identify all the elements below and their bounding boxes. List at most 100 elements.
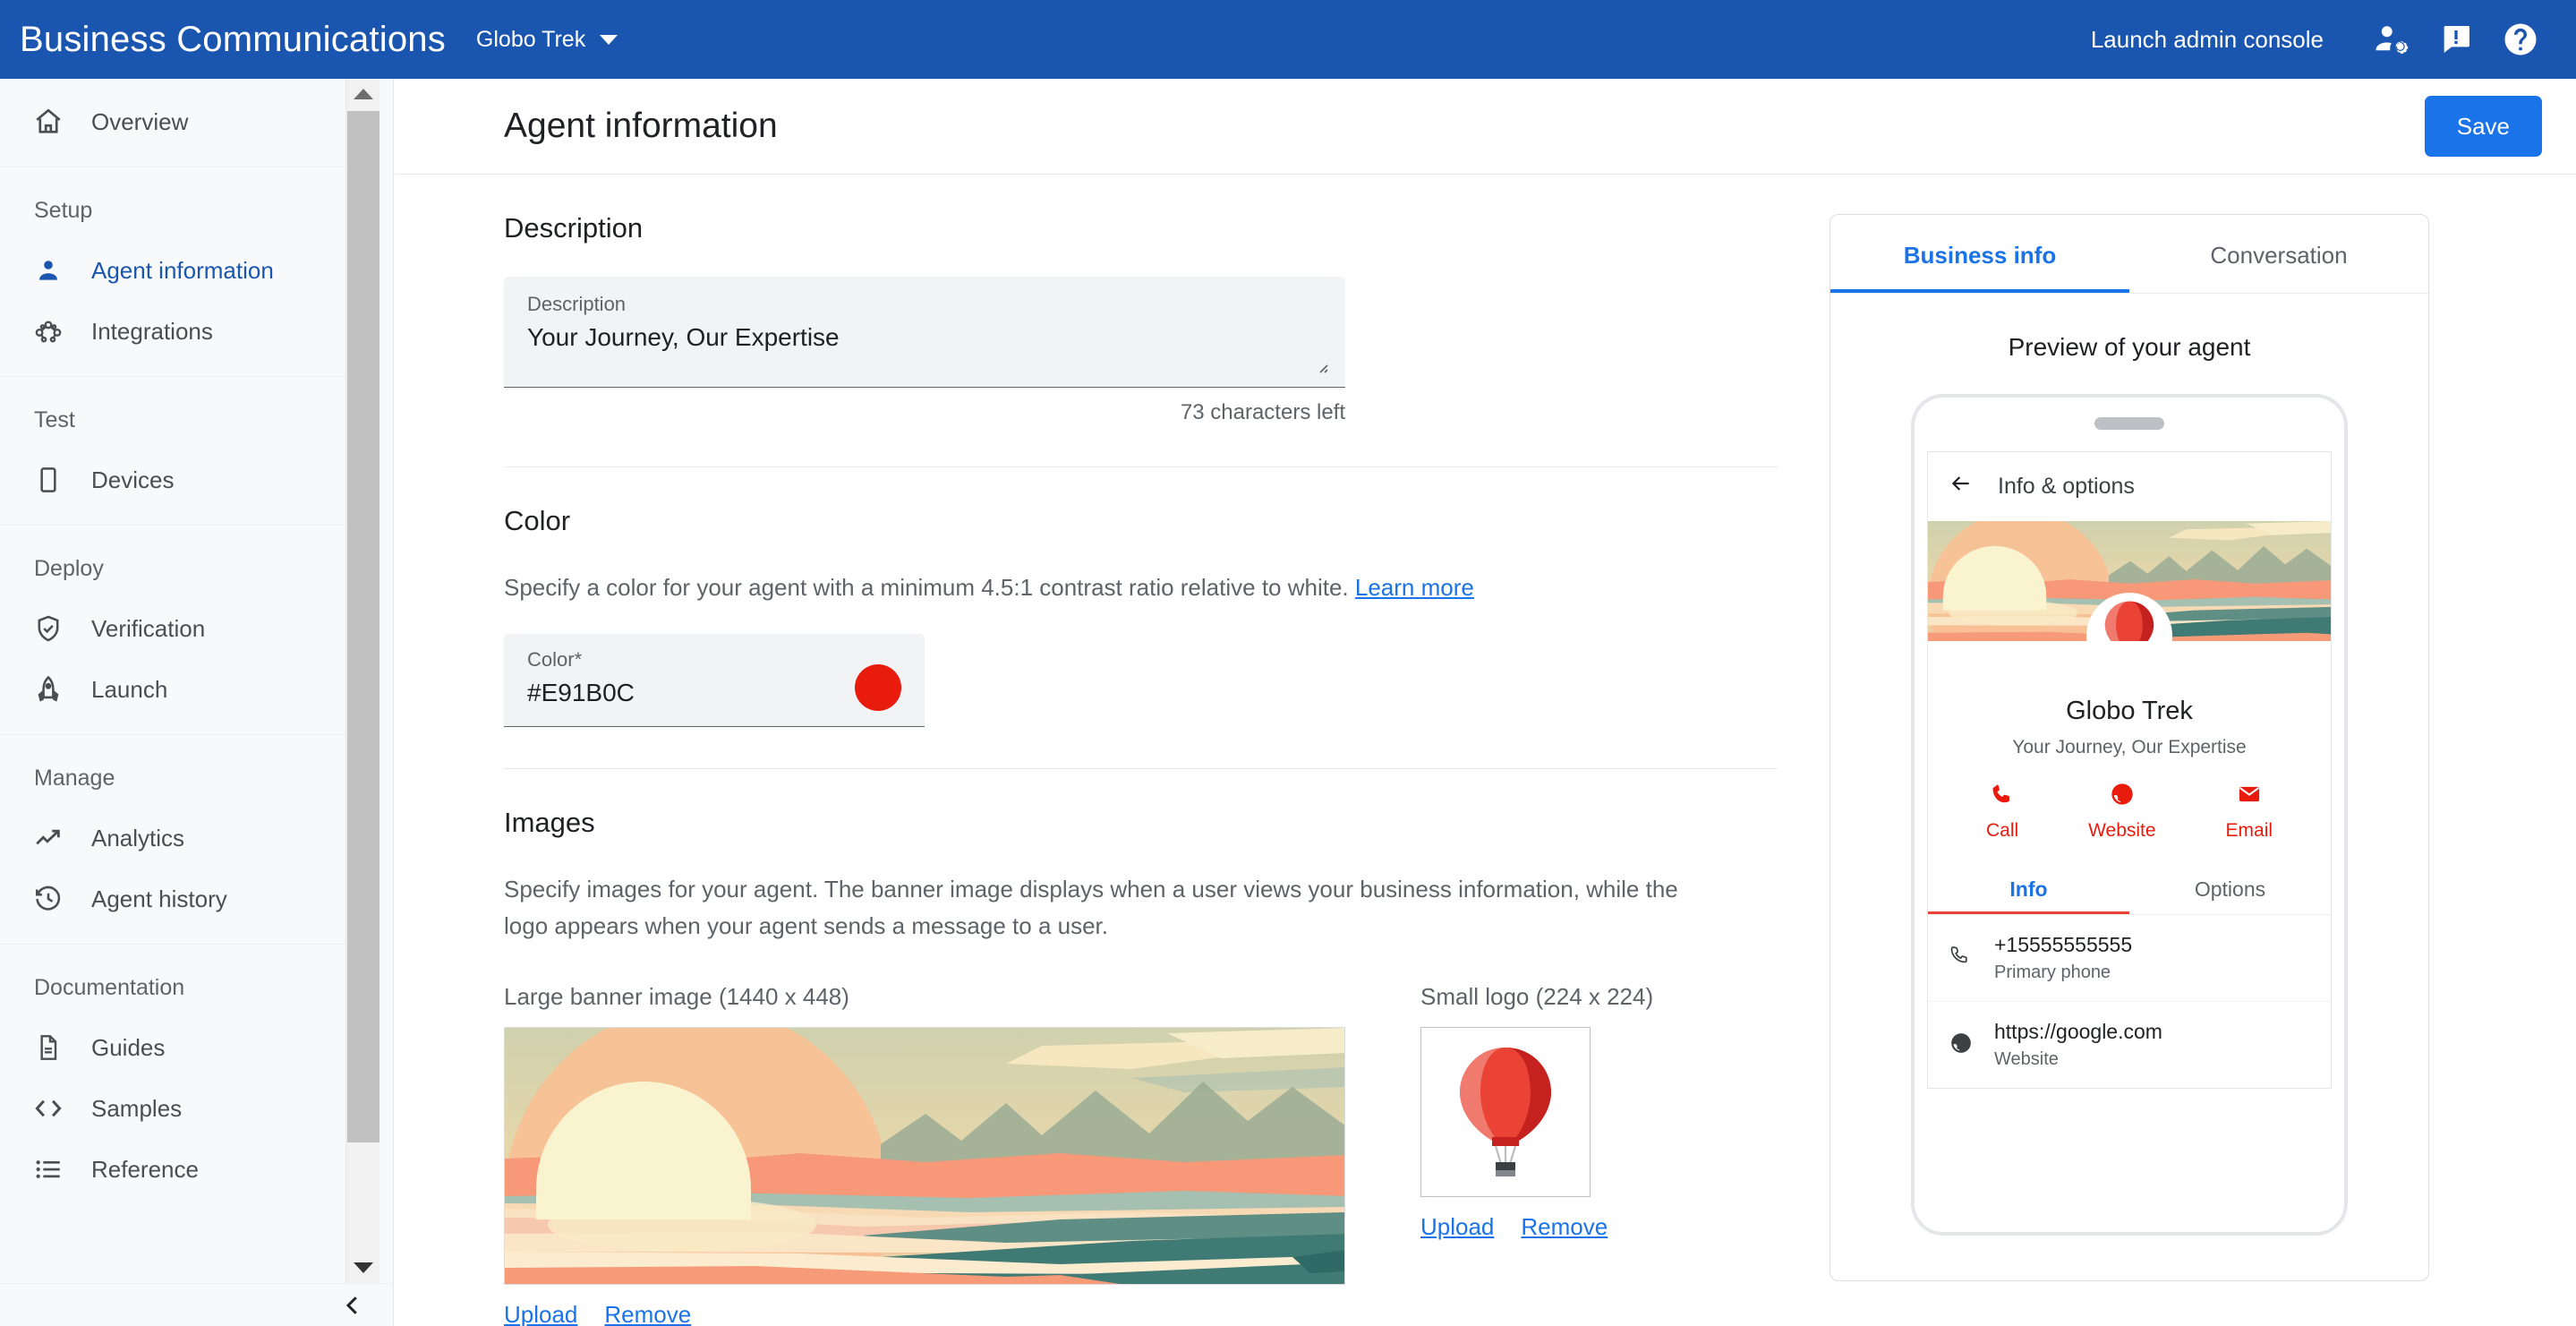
sidebar-item-agent-information[interactable]: Agent information [0,240,380,301]
logo-image-label: Small logo (224 x 224) [1420,982,1654,1010]
brand-selector[interactable]: Globo Trek [476,27,618,53]
tab-options[interactable]: Options [2129,863,2331,914]
globe-icon [2110,782,2135,811]
sidebar-item-verification[interactable]: Verification [0,598,380,659]
home-icon [32,106,64,138]
info-row-website[interactable]: https://google.com Website [1928,1002,2331,1088]
brand-selector-label: Globo Trek [475,26,586,52]
color-swatch[interactable] [855,664,901,712]
form-column: Description Description Your Journey, Ou… [395,175,1778,1326]
sidebar-item-samples[interactable]: Samples [0,1078,380,1139]
info-phone-value: +15555555555 [1994,933,2133,956]
scroll-down-arrow-icon[interactable] [346,1253,380,1283]
scrollbar-thumb[interactable] [347,111,380,1142]
sidebar-item-label: Agent information [91,256,274,284]
tab-business-info[interactable]: Business info [1830,215,2129,293]
images-section: Images Specify images for your agent. Th… [504,769,1778,1326]
manage-accounts-icon[interactable] [2359,7,2424,72]
tab-info[interactable]: Info [1928,863,2129,914]
logo-remove-link[interactable]: Remove [1521,1213,1608,1241]
characters-left-text: 73 characters left [1180,400,1345,424]
phone-screen: Info & options Globo Trek Your Journey, … [1927,451,2332,1089]
nav-group-label-documentation: Documentation [34,975,185,1000]
nav-group-label-deploy: Deploy [34,556,104,581]
action-call[interactable]: Call [1986,782,2018,842]
sidebar-scrollbar[interactable] [345,79,380,1283]
action-website-label: Website [2088,820,2156,841]
launch-admin-console-link[interactable]: Launch admin console [2091,26,2324,54]
nav-group-documentation: Documentation Guides Samples Reference [0,945,380,1214]
sidebar-item-label: Launch [91,675,168,703]
banner-image-actions: Upload Remove [504,1301,1345,1326]
sidebar: Overview Setup Agent information Integra… [0,79,394,1326]
sidebar-item-overview[interactable]: Overview [0,91,380,152]
arrow-back-icon[interactable] [1949,472,1973,501]
sidebar-item-integrations[interactable]: Integrations [0,301,380,362]
sidebar-item-label: Devices [91,466,175,493]
feedback-icon[interactable] [2424,7,2488,72]
color-field-label: Color* [527,648,583,672]
info-phone-label: Primary phone [1994,962,2111,982]
scroll-up-arrow-icon[interactable] [346,79,380,109]
color-field-value: #E91B0C [527,679,635,707]
images-description: Specify images for your agent. The banne… [504,876,1678,939]
sidebar-item-devices[interactable]: Devices [0,449,380,510]
action-website[interactable]: Website [2088,782,2156,842]
preview-card: Business info Conversation Preview of yo… [1830,214,2429,1281]
description-input[interactable]: Description Your Journey, Our Expertise [504,277,1345,388]
sidebar-item-launch[interactable]: Launch [0,659,380,720]
color-input[interactable]: Color* #E91B0C [504,634,925,728]
sidebar-item-label: Reference [91,1155,199,1183]
nav-group-setup: Setup Agent information Integrations [0,167,380,377]
app-title: Business Communications [20,19,446,59]
content-wrapper: Description Description Your Journey, Ou… [395,175,2576,1326]
preview-agent-tagline: Your Journey, Our Expertise [2012,737,2247,757]
nav-group-overview: Overview [0,79,380,167]
sidebar-item-reference[interactable]: Reference [0,1139,380,1200]
color-description: Specify a color for your agent with a mi… [504,569,1727,605]
nav-group-deploy: Deploy Verification Launch [0,526,380,735]
sidebar-item-label: Samples [91,1094,183,1122]
hot-air-balloon-icon [1460,1047,1551,1176]
banner-upload-link[interactable]: Upload [504,1301,577,1326]
preview-column: Business info Conversation Preview of yo… [1778,175,2429,1326]
chevron-left-icon[interactable] [335,1288,371,1323]
sunset-landscape-illustration [505,1027,1344,1284]
nav-group-manage: Manage Analytics Agent history [0,735,380,945]
banner-image-preview [504,1026,1345,1285]
phone-mockup: Info & options Globo Trek Your Journey, … [1911,394,2348,1236]
action-email-label: Email [2225,820,2273,841]
document-icon [32,1031,64,1064]
description-field-label: Description [527,293,627,315]
nav-group-label-test: Test [34,407,75,432]
help-icon[interactable] [2488,7,2553,72]
save-button[interactable]: Save [2424,96,2542,157]
preview-tabs: Business info Conversation [1830,215,2428,294]
page-title: Agent information [504,107,778,145]
shield-check-icon [32,612,64,645]
main-content: Agent information Save Description Descr… [395,79,2576,1326]
sidebar-nav: Overview Setup Agent information Integra… [0,79,380,1283]
info-row-phone[interactable]: +15555555555 Primary phone [1928,915,2331,1002]
resize-handle-icon[interactable] [1309,355,1333,378]
sidebar-item-guides[interactable]: Guides [0,1017,380,1078]
banner-image-label: Large banner image (1440 x 448) [504,982,849,1010]
logo-upload-link[interactable]: Upload [1420,1213,1494,1241]
history-icon [32,883,64,915]
description-heading: Description [504,212,644,244]
preview-banner-image [1928,521,2331,641]
color-description-text: Specify a color for your agent with a mi… [504,574,1349,601]
tab-conversation[interactable]: Conversation [2129,215,2428,293]
page-header: Agent information Save [395,79,2576,175]
learn-more-link[interactable]: Learn more [1355,574,1474,601]
sidebar-item-agent-history[interactable]: Agent history [0,868,380,929]
sidebar-item-label: Verification [91,614,206,642]
logo-image-actions: Upload Remove [1420,1213,1653,1241]
sidebar-item-label: Agent history [91,885,227,912]
banner-remove-link[interactable]: Remove [604,1301,691,1326]
sidebar-item-analytics[interactable]: Analytics [0,808,380,868]
color-section: Color Specify a color for your agent wit… [504,467,1778,770]
sidebar-item-label: Integrations [91,317,213,345]
action-email[interactable]: Email [2226,782,2273,842]
phone-call-icon [1949,945,1973,972]
